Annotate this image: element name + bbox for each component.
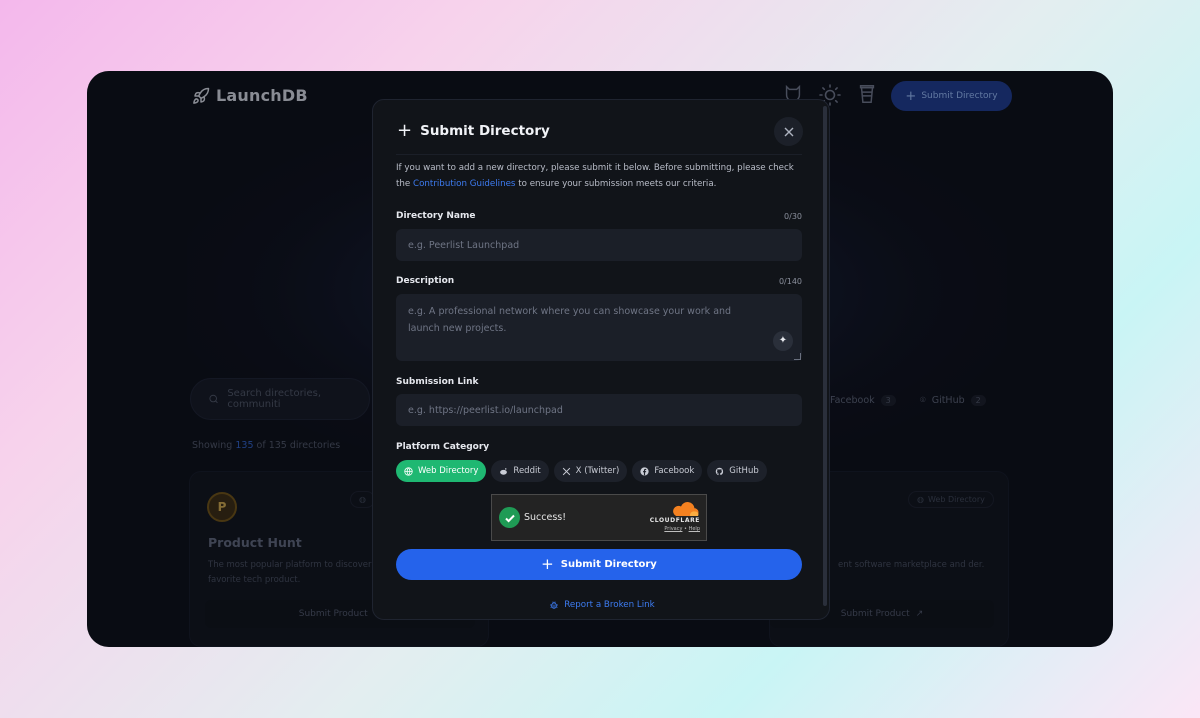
modal-scrollbar[interactable] xyxy=(823,106,827,606)
category-facebook[interactable]: Facebook xyxy=(632,460,703,482)
submission-link-label: Submission Link xyxy=(396,377,479,387)
submit-directory-modal: + Submit Directory If you want to add a … xyxy=(372,99,830,620)
github-icon xyxy=(716,467,724,475)
cloudflare-captcha[interactable]: Success! CLOUDFLARE Privacy • Help xyxy=(491,494,707,541)
divider xyxy=(396,154,802,155)
description-textarea[interactable]: e.g. A professional network where you ca… xyxy=(396,294,802,361)
help-link[interactable]: Help xyxy=(689,526,700,532)
reddit-icon xyxy=(500,467,508,475)
category-github[interactable]: GitHub xyxy=(707,460,767,482)
x-icon xyxy=(562,467,570,475)
cloudflare-logo-icon xyxy=(673,502,699,516)
category-reddit[interactable]: Reddit xyxy=(491,460,549,482)
ai-sparkle-button[interactable]: ✦ xyxy=(773,331,793,351)
directory-name-label: Directory Name xyxy=(396,211,476,221)
modal-intro: If you want to add a new directory, plea… xyxy=(396,163,794,189)
resize-handle[interactable] xyxy=(794,353,801,360)
submission-link-input[interactable]: e.g. https://peerlist.io/launchpad xyxy=(396,394,802,426)
directory-name-input[interactable]: e.g. Peerlist Launchpad xyxy=(396,229,802,261)
close-button[interactable] xyxy=(774,117,803,146)
captcha-brand: CLOUDFLARE xyxy=(649,517,700,524)
facebook-icon xyxy=(640,466,649,476)
platform-category-options: Web Directory Reddit X (Twitter) Faceboo… xyxy=(396,460,767,482)
submit-directory-button[interactable]: + Submit Directory xyxy=(396,549,802,580)
captcha-status: Success! xyxy=(524,512,567,523)
captcha-links: Privacy • Help xyxy=(664,526,700,532)
report-broken-link[interactable]: Report a Broken Link xyxy=(373,600,829,610)
plus-icon: + xyxy=(541,555,554,573)
platform-category-label: Platform Category xyxy=(396,442,490,452)
modal-title: + Submit Directory xyxy=(397,120,550,141)
bug-icon xyxy=(550,601,559,609)
privacy-link[interactable]: Privacy xyxy=(664,526,682,532)
globe-icon xyxy=(404,466,413,476)
sparkle-icon: ✦ xyxy=(778,334,788,346)
close-icon xyxy=(784,127,793,136)
category-x-twitter[interactable]: X (Twitter) xyxy=(553,460,628,482)
directory-name-counter: 0/30 xyxy=(784,212,802,221)
plus-icon: + xyxy=(397,120,413,141)
check-icon xyxy=(499,507,520,528)
description-counter: 0/140 xyxy=(778,277,802,286)
contribution-guidelines-link[interactable]: Contribution Guidelines xyxy=(413,179,515,189)
category-web-directory[interactable]: Web Directory xyxy=(396,460,487,482)
description-label: Description xyxy=(396,276,455,286)
